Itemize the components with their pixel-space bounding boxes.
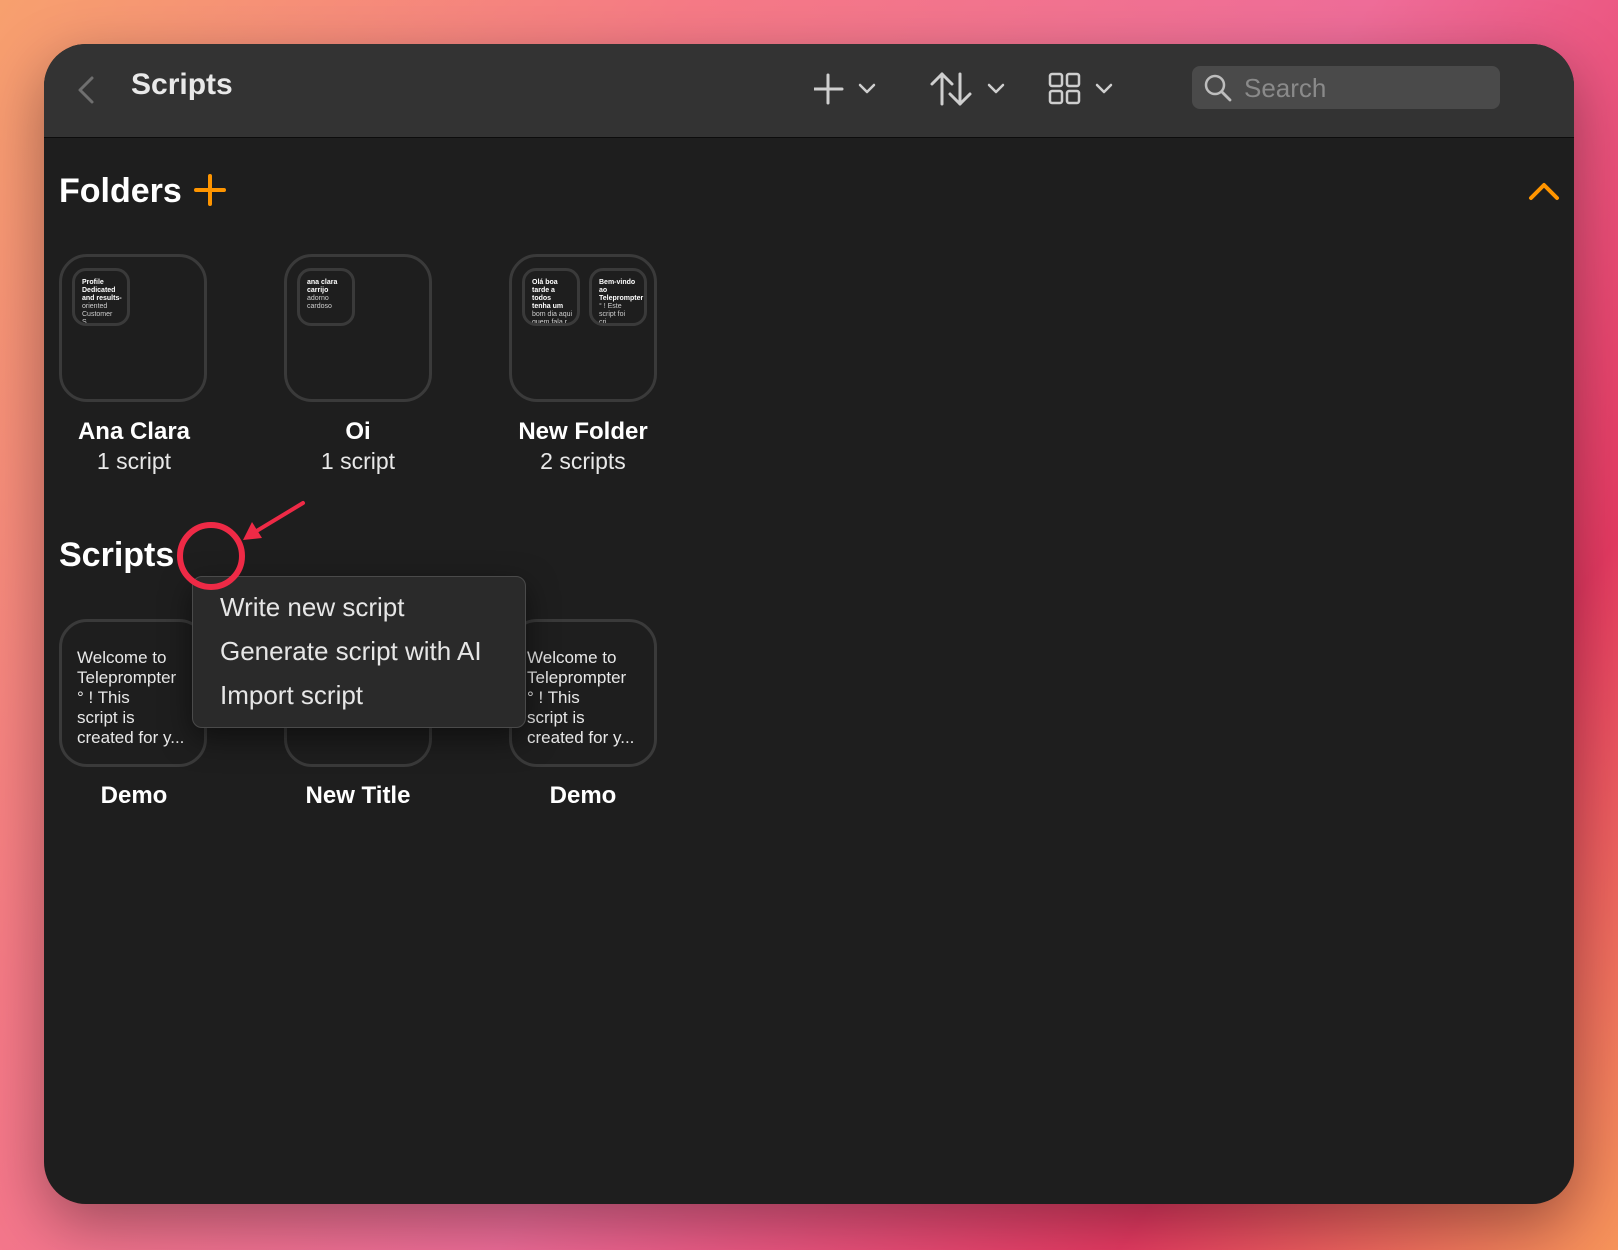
grid-icon [1048, 72, 1113, 105]
sort-menu-button[interactable] [929, 66, 1011, 112]
toolbar: Scripts [44, 44, 1574, 138]
folder-card-new-folder[interactable]: Olá boa tarde a todos tenha um bom dia a… [509, 254, 657, 402]
menu-item-write-new-script[interactable]: Write new script [220, 592, 404, 623]
script-title: New Title [305, 782, 411, 809]
chevron-left-icon [78, 76, 94, 104]
menu-item-import-script[interactable]: Import script [220, 680, 363, 711]
preview-title: Profile Dedicated and results- [82, 279, 122, 302]
annotation-highlight-ring [177, 522, 245, 590]
script-preview-text: Welcome to Teleprompter ° ! This script … [77, 648, 185, 747]
preview-title: Bem-vindo ao Teleprompter [599, 279, 644, 302]
menu-item-generate-script-ai[interactable]: Generate script with AI [220, 636, 482, 667]
script-preview-thumbnail: Olá boa tarde a todos tenha um bom dia a… [522, 268, 580, 326]
view-menu-button[interactable] [1048, 66, 1116, 112]
search-field[interactable] [1192, 66, 1500, 111]
script-title: Demo [100, 782, 168, 809]
preview-title: ana clara carrijo [307, 279, 338, 294]
plus-icon [194, 174, 226, 206]
folder-name: Ana Clara [77, 418, 191, 445]
search-input[interactable] [1242, 66, 1496, 111]
script-card[interactable]: Welcome to Teleprompter ° ! This script … [509, 619, 657, 767]
folder-name: New Folder [518, 418, 648, 445]
collapse-folders-button[interactable] [1528, 180, 1560, 207]
sort-arrows-icon [930, 72, 1005, 106]
folder-count: 2 scripts [540, 448, 626, 474]
scripts-heading: Scripts [59, 536, 175, 574]
add-script-menu: Write new script Generate script with AI… [192, 576, 526, 728]
preview-body: ° ! Este script foi cri... [599, 303, 626, 326]
plus-icon [812, 73, 876, 105]
folder-card-ana-clara[interactable]: Profile Dedicated and results- oriented … [59, 254, 207, 402]
folder-count: 1 script [320, 448, 396, 474]
add-folder-button[interactable] [194, 174, 226, 211]
script-preview-thumbnail: Bem-vindo ao Teleprompter ° ! Este scrip… [589, 268, 647, 326]
script-title: Demo [549, 782, 617, 809]
preview-title: Olá boa tarde a todos tenha um [532, 279, 564, 310]
script-preview-text: Welcome to Teleprompter ° ! This script … [527, 648, 635, 747]
folders-heading: Folders [59, 172, 182, 210]
preview-body: bom dia aqui quem fala r... [532, 311, 573, 326]
folder-name: Oi [345, 418, 371, 445]
script-card[interactable]: Welcome to Teleprompter ° ! This script … [59, 619, 207, 767]
folder-card-oi[interactable]: ana clara carrijo adorno cardoso [284, 254, 432, 402]
chevron-up-icon [1529, 183, 1559, 200]
back-button[interactable] [74, 70, 102, 110]
preview-body: adorno cardoso [307, 295, 332, 310]
magnifier-icon [1204, 74, 1232, 102]
folder-count: 1 script [96, 448, 172, 474]
add-menu-button[interactable] [812, 66, 882, 112]
script-preview-thumbnail: Profile Dedicated and results- oriented … [72, 268, 130, 326]
annotation-arrow-icon [243, 501, 305, 540]
preview-body: oriented Customer S... [82, 303, 113, 326]
script-preview-thumbnail: ana clara carrijo adorno cardoso [297, 268, 355, 326]
window-title: Scripts [131, 68, 233, 101]
